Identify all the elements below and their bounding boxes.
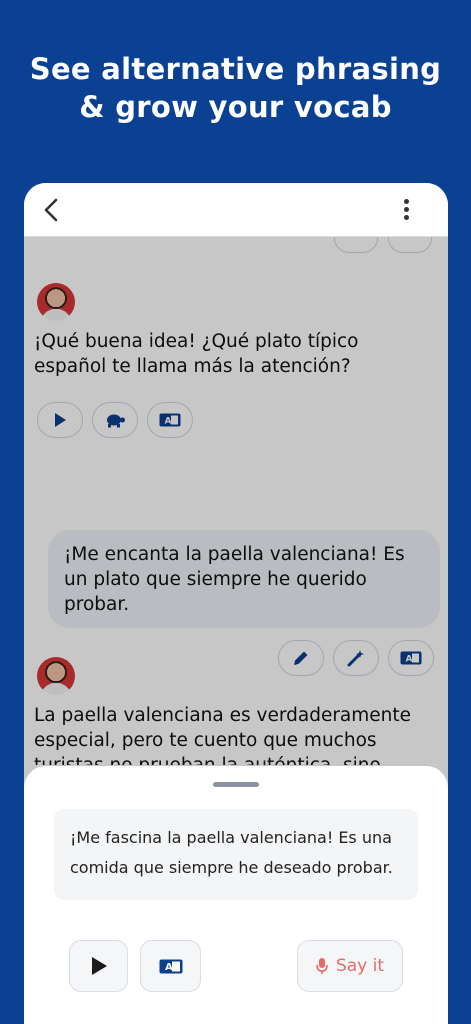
chevron-left-icon (44, 198, 58, 222)
sheet-drag-handle[interactable] (213, 782, 259, 787)
back-button[interactable] (40, 197, 64, 223)
say-it-button[interactable]: Say it (297, 940, 403, 992)
play-alternative-button[interactable] (69, 940, 128, 992)
translate-alternative-button[interactable]: A (140, 940, 201, 992)
alternative-phrasing-text: ¡Me fascina la paella valenciana! Es una… (70, 828, 393, 877)
chat-top-bar (24, 183, 448, 237)
alternative-phrasing-sheet: ¡Me fascina la paella valenciana! Es una… (24, 766, 448, 1024)
play-icon (91, 957, 107, 975)
alternative-phrasing-box: ¡Me fascina la paella valenciana! Es una… (54, 809, 418, 900)
microphone-icon (316, 958, 328, 974)
say-it-label: Say it (335, 956, 385, 976)
svg-text:A: A (165, 962, 173, 973)
headline-line-2: & grow your vocab (79, 90, 392, 124)
more-options-button[interactable] (402, 199, 410, 225)
headline: See alternative phrasing & grow your voc… (0, 50, 471, 126)
headline-line-1: See alternative phrasing (29, 52, 442, 86)
translate-icon: A (159, 959, 182, 973)
more-vertical-icon (402, 199, 410, 220)
